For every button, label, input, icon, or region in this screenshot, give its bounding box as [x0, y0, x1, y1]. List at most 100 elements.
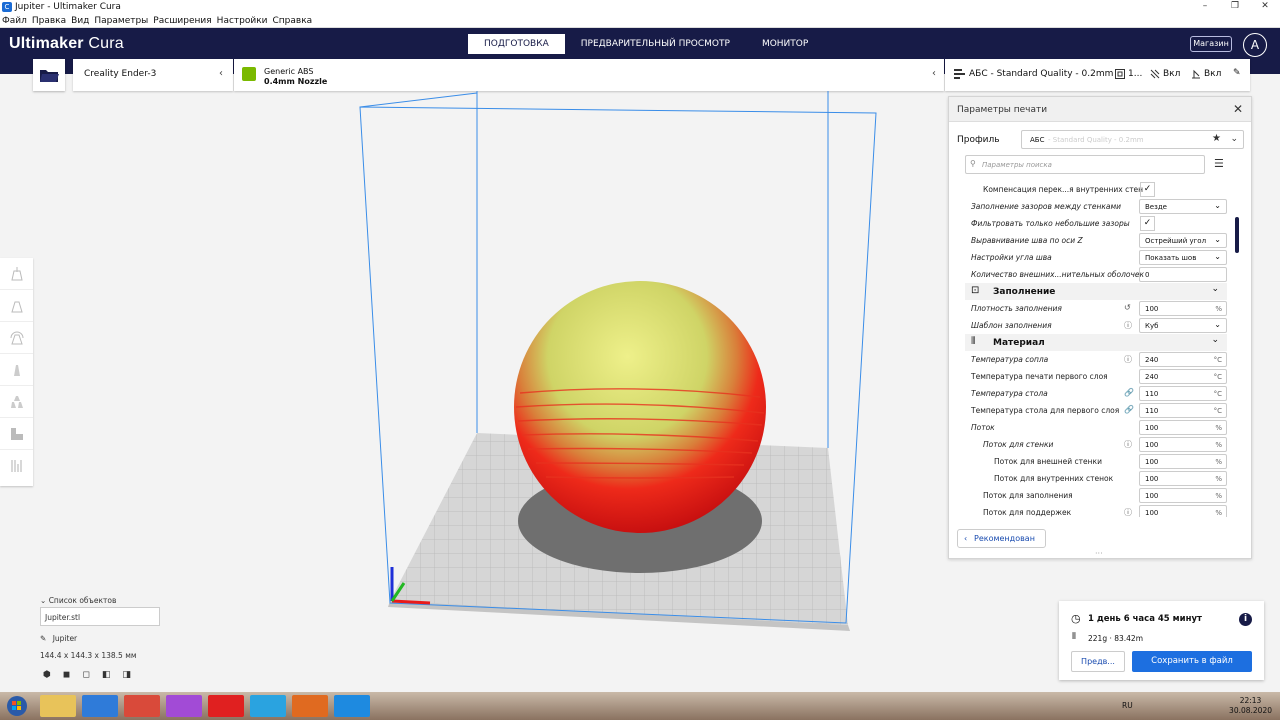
machine-selector[interactable]: Creality Ender-3 ‹	[73, 59, 233, 91]
jupiter-model[interactable]	[514, 281, 766, 533]
rotate-tool[interactable]	[0, 322, 33, 354]
language-indicator[interactable]: RU	[1122, 701, 1133, 710]
object-item[interactable]: Jupiter.stl	[40, 607, 160, 626]
marketplace-button[interactable]: Магазин	[1190, 36, 1232, 52]
category-material[interactable]: ⦀ Материал ⌄	[965, 334, 1227, 351]
close-window-button[interactable]: ✕	[1250, 0, 1280, 14]
infill-value: 1...	[1128, 69, 1143, 79]
app2-taskbar-icon[interactable]	[292, 695, 328, 717]
number-field[interactable]: 100%	[1139, 301, 1227, 316]
material-usage: 221g · 83.42m	[1088, 634, 1144, 643]
chevron-down-icon: ⌄	[40, 596, 47, 605]
link-icon: 🔗	[1124, 388, 1134, 397]
maximize-button[interactable]: ❐	[1220, 0, 1250, 14]
material-selector[interactable]: Generic ABS 0.4mm Nozzle ‹	[234, 59, 944, 91]
custom-support-tool[interactable]	[0, 450, 33, 482]
menu-settings[interactable]: Параметры	[94, 16, 148, 26]
setting-row: Компенсация перек...я внутренних стен ✓	[949, 181, 1235, 198]
explorer-taskbar-icon[interactable]	[40, 695, 76, 717]
scale-tool[interactable]	[0, 290, 33, 322]
app-taskbar-icon[interactable]	[166, 695, 202, 717]
open-file-button[interactable]	[33, 59, 65, 91]
tab-monitor[interactable]: МОНИТОР	[746, 34, 824, 54]
number-field[interactable]: 240 °C	[1139, 352, 1227, 367]
profile-dropdown[interactable]: АБС - Standard Quality - 0.2mm ★ ⌄	[1021, 130, 1244, 149]
close-icon[interactable]: ✕	[1233, 102, 1243, 116]
mirror-icon	[13, 364, 20, 376]
number-field[interactable]: 100%	[1139, 454, 1227, 469]
category-infill[interactable]: ⊡ Заполнение ⌄	[965, 283, 1227, 300]
tab-preview[interactable]: ПРЕДВАРИТЕЛЬНЫЙ ПРОСМОТР	[565, 34, 746, 54]
select-field[interactable]: Куб ⌄	[1139, 318, 1227, 333]
number-field[interactable]: 100%	[1139, 471, 1227, 486]
menu-extensions[interactable]: Расширения	[153, 16, 211, 26]
mirror-tool[interactable]	[0, 354, 33, 386]
per-model-icon	[10, 395, 23, 408]
info-icon[interactable]: i	[1239, 613, 1252, 626]
settings-search-input[interactable]: ⚲ Параметры поиска	[965, 155, 1205, 174]
minimize-button[interactable]: –	[1190, 0, 1220, 14]
support-blocker-tool[interactable]	[0, 418, 33, 450]
number-field[interactable]: 0	[1139, 267, 1227, 282]
print-setup-selector[interactable]: АБС - Standard Quality - 0.2mm 1... Вкл …	[945, 59, 1250, 91]
setting-row: Выравнивание шва по оси Z Острейший угол…	[949, 232, 1235, 249]
star-icon[interactable]: ★	[1212, 133, 1221, 144]
top-view-icon[interactable]: ◻	[82, 670, 89, 680]
profile-label: Профиль	[957, 135, 1000, 145]
info-icon[interactable]: ⓘ	[1124, 439, 1132, 450]
yandex-taskbar-icon[interactable]	[208, 695, 244, 717]
menu-edit[interactable]: Правка	[32, 16, 66, 26]
infill-category-icon: ⊡	[971, 285, 980, 296]
preview-button[interactable]: Предв...	[1071, 651, 1125, 672]
chevron-down-icon: ⌄	[1211, 284, 1219, 294]
chevron-down-icon: ⌄	[1230, 134, 1238, 144]
3d-view-icon[interactable]: ⬢	[43, 670, 51, 680]
account-avatar[interactable]: A	[1243, 33, 1267, 57]
ie-taskbar-icon[interactable]	[82, 695, 118, 717]
info-icon[interactable]: ⓘ	[1124, 507, 1132, 517]
front-view-icon[interactable]: ◼	[63, 670, 70, 680]
left-view-icon[interactable]: ◧	[102, 670, 111, 680]
select-field[interactable]: Показать шов ⌄	[1139, 250, 1227, 265]
system-clock[interactable]: 22:13 30.08.2020	[1229, 696, 1272, 716]
stage-toolbar: Creality Ender-3 ‹ Generic ABS 0.4mm Noz…	[0, 59, 1250, 91]
cura-taskbar-icon[interactable]	[334, 695, 370, 717]
per-model-settings-tool[interactable]	[0, 386, 33, 418]
ultimaker-cura-logo: Ultimaker Cura	[9, 35, 124, 52]
recommended-button[interactable]: ‹ Рекомендован	[957, 529, 1046, 548]
windows-start-icon[interactable]	[0, 693, 34, 719]
settings-scrollbar[interactable]	[1235, 217, 1239, 253]
resize-handle-icon[interactable]: ···	[1095, 549, 1103, 558]
menu-file[interactable]: Файл	[2, 16, 27, 26]
number-field[interactable]: 110 °C	[1139, 403, 1227, 418]
save-to-file-button[interactable]: Сохранить в файл	[1132, 651, 1252, 672]
number-field[interactable]: 100%	[1139, 420, 1227, 435]
number-field[interactable]: 240 °C	[1139, 369, 1227, 384]
setting-row: Шаблон заполнения ⓘ Куб ⌄	[949, 317, 1235, 334]
select-field[interactable]: Везде ⌄	[1139, 199, 1227, 214]
checkbox[interactable]: ✓	[1140, 216, 1155, 231]
tab-prepare[interactable]: ПОДГОТОВКА	[468, 34, 565, 54]
right-view-icon[interactable]: ◨	[122, 670, 131, 680]
number-field[interactable]: 100%	[1139, 505, 1227, 517]
telegram-taskbar-icon[interactable]	[250, 695, 286, 717]
menu-view[interactable]: Вид	[71, 16, 89, 26]
number-field[interactable]: 100%	[1139, 437, 1227, 452]
settings-visibility-menu-icon[interactable]: ☰	[1214, 157, 1224, 170]
move-tool[interactable]	[0, 258, 33, 290]
checkbox[interactable]: ✓	[1140, 182, 1155, 197]
nozzle-size: 0.4mm Nozzle	[264, 77, 328, 86]
info-icon[interactable]: ⓘ	[1124, 354, 1132, 365]
chrome-taskbar-icon[interactable]	[124, 695, 160, 717]
number-field[interactable]: 100%	[1139, 488, 1227, 503]
number-field[interactable]: 110 °C	[1139, 386, 1227, 401]
move-icon	[10, 266, 23, 280]
settings-list[interactable]: Компенсация перек...я внутренних стен ✓ …	[949, 181, 1235, 517]
menu-preferences[interactable]: Настройки	[217, 16, 268, 26]
window-controls: – ❐ ✕	[1190, 0, 1280, 14]
object-list-toggle[interactable]: ⌄ Список объектов	[40, 596, 170, 605]
reset-icon[interactable]: ↺	[1124, 303, 1131, 312]
info-icon[interactable]: ⓘ	[1124, 320, 1132, 331]
menu-help[interactable]: Справка	[273, 16, 313, 26]
select-field[interactable]: Острейший угол ⌄	[1139, 233, 1227, 248]
